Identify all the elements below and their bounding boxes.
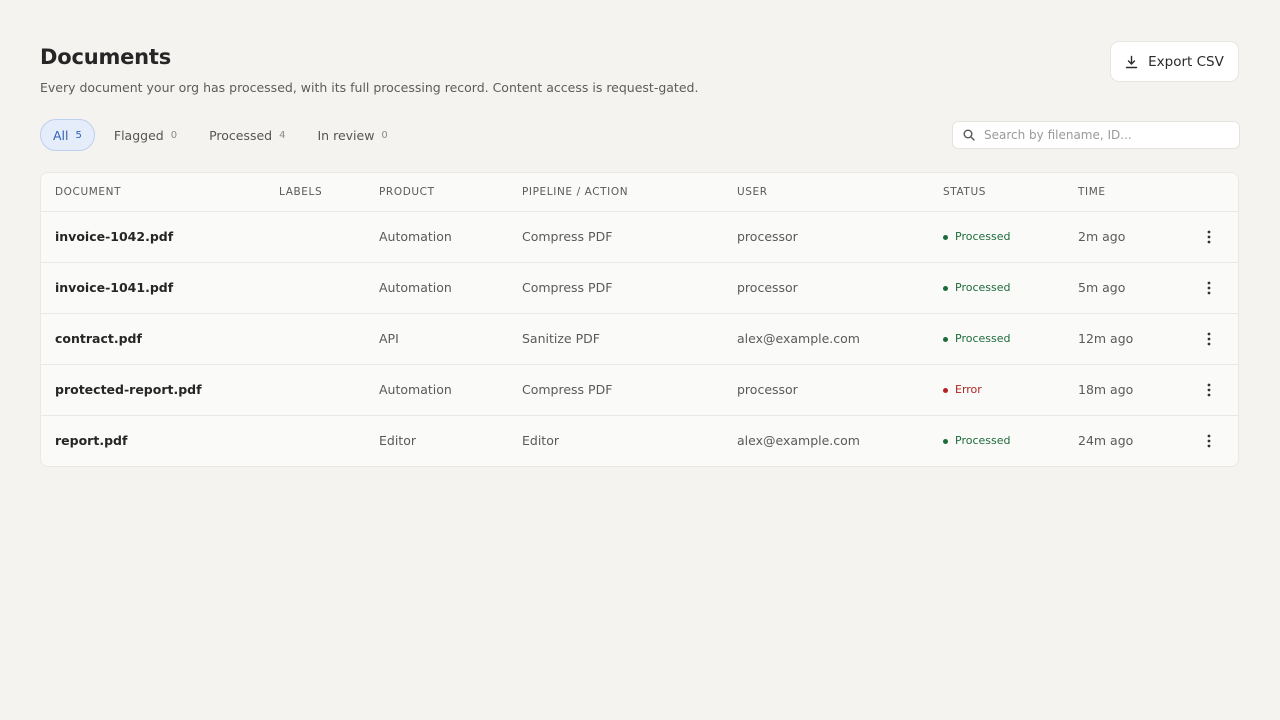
status-label: Processed	[955, 332, 1011, 345]
column-header-product[interactable]: PRODUCT	[379, 173, 435, 211]
table-row[interactable]: contract.pdf API Sanitize PDF alex@examp…	[41, 314, 1238, 365]
row-actions-kebab-icon[interactable]	[1201, 433, 1217, 449]
status-label: Error	[955, 383, 982, 396]
status-dot-icon	[943, 387, 948, 393]
product-cell: API	[379, 331, 399, 346]
time-cell: 5m ago	[1078, 280, 1126, 295]
time-cell: 12m ago	[1078, 331, 1134, 346]
document-name[interactable]: invoice-1041.pdf	[55, 263, 173, 313]
tab-processed[interactable]: Processed 4	[196, 119, 298, 151]
tab-flagged[interactable]: Flagged 0	[101, 119, 190, 151]
search-input[interactable]	[984, 128, 1224, 142]
tab-count: 5	[75, 129, 82, 141]
row-actions-kebab-icon[interactable]	[1201, 331, 1217, 347]
page-subtitle: Every document your org has processed, w…	[40, 80, 699, 95]
tab-label: All	[53, 127, 69, 143]
status-cell: Processed	[943, 416, 1010, 466]
product-cell: Automation	[379, 229, 452, 244]
tab-count: 4	[279, 129, 286, 141]
column-header-time[interactable]: TIME	[1078, 173, 1106, 211]
table-row[interactable]: invoice-1042.pdf Automation Compress PDF…	[41, 212, 1238, 263]
tab-label: Flagged	[113, 127, 164, 143]
status-badge: Processed	[943, 212, 1010, 262]
table-row[interactable]: report.pdf Editor Editor alex@example.co…	[41, 416, 1238, 466]
status-cell: Processed	[943, 263, 1010, 313]
product-cell: Editor	[379, 433, 416, 448]
status-dot-icon	[943, 234, 948, 240]
pipeline-cell: Compress PDF	[522, 280, 613, 295]
column-header-pipeline[interactable]: PIPELINE / ACTION	[522, 173, 628, 211]
table-header: DOCUMENT LABELS PRODUCT PIPELINE / ACTIO…	[41, 173, 1238, 212]
column-header-status[interactable]: STATUS	[943, 173, 986, 211]
status-cell: Error	[943, 365, 982, 415]
product-cell: Automation	[379, 382, 452, 397]
tab-label: In review	[317, 127, 375, 143]
pipeline-cell: Editor	[522, 433, 559, 448]
table-row[interactable]: invoice-1041.pdf Automation Compress PDF…	[41, 263, 1238, 314]
pipeline-cell: Compress PDF	[522, 382, 613, 397]
user-cell: alex@example.com	[737, 433, 860, 448]
column-header-document[interactable]: DOCUMENT	[55, 173, 121, 211]
download-icon	[1125, 55, 1138, 69]
documents-table: DOCUMENT LABELS PRODUCT PIPELINE / ACTIO…	[40, 172, 1239, 467]
user-cell: processor	[737, 280, 798, 295]
filter-tabs: All 5 Flagged 0 Processed 4 In review 0	[40, 118, 407, 152]
time-cell: 24m ago	[1078, 433, 1134, 448]
document-name[interactable]: invoice-1042.pdf	[55, 212, 173, 262]
search-box	[952, 121, 1240, 149]
status-cell: Processed	[943, 212, 1010, 262]
tab-label: Processed	[209, 127, 273, 143]
status-badge: Processed	[943, 314, 1010, 364]
status-badge: Processed	[943, 263, 1010, 313]
documents-page: Documents Every document your org has pr…	[0, 0, 1280, 720]
row-actions-kebab-icon[interactable]	[1201, 280, 1217, 296]
tab-count: 0	[381, 129, 388, 141]
product-cell: Automation	[379, 280, 452, 295]
status-dot-icon	[943, 438, 948, 444]
status-dot-icon	[943, 336, 948, 342]
status-label: Processed	[955, 434, 1011, 447]
export-csv-label: Export CSV	[1148, 53, 1224, 70]
tab-in-review[interactable]: In review 0	[305, 119, 401, 151]
time-cell: 18m ago	[1078, 382, 1134, 397]
export-csv-button[interactable]: Export CSV	[1110, 41, 1239, 82]
status-badge: Processed	[943, 416, 1010, 466]
column-header-labels[interactable]: LABELS	[279, 173, 322, 211]
search-icon	[963, 126, 975, 145]
tab-all[interactable]: All 5	[40, 119, 95, 151]
status-label: Processed	[955, 281, 1011, 294]
status-badge: Error	[943, 365, 982, 415]
row-actions-kebab-icon[interactable]	[1201, 382, 1217, 398]
tab-count: 0	[170, 129, 178, 141]
status-dot-icon	[943, 285, 948, 291]
pipeline-cell: Sanitize PDF	[522, 331, 600, 346]
document-name[interactable]: protected-report.pdf	[55, 365, 202, 415]
page-title: Documents	[40, 45, 172, 69]
user-cell: alex@example.com	[737, 331, 860, 346]
user-cell: processor	[737, 229, 798, 244]
status-cell: Processed	[943, 314, 1010, 364]
table-row[interactable]: protected-report.pdf Automation Compress…	[41, 365, 1238, 416]
document-name[interactable]: contract.pdf	[55, 314, 142, 364]
document-name[interactable]: report.pdf	[55, 416, 127, 466]
status-label: Processed	[955, 230, 1011, 243]
row-actions-kebab-icon[interactable]	[1201, 229, 1217, 245]
pipeline-cell: Compress PDF	[522, 229, 613, 244]
time-cell: 2m ago	[1078, 229, 1126, 244]
user-cell: processor	[737, 382, 798, 397]
column-header-user[interactable]: USER	[737, 173, 768, 211]
